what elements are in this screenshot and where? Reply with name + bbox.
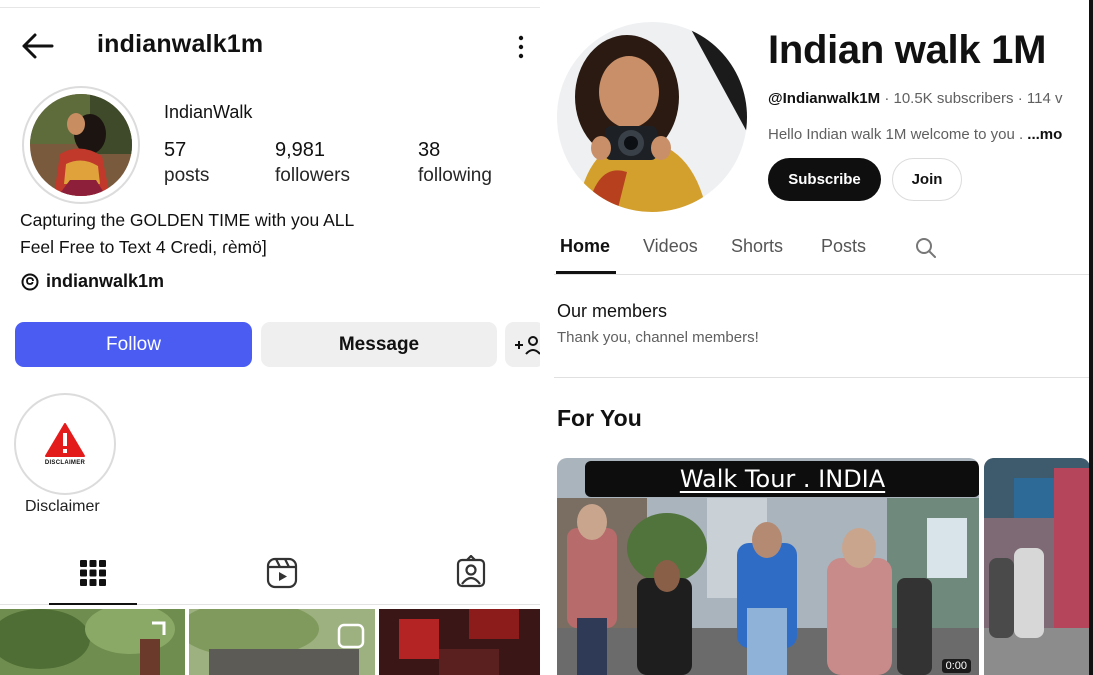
more-link[interactable]: ...mo — [1027, 126, 1062, 143]
banner-text: Walk Tour . INDIA — [679, 465, 886, 493]
threads-handle: indianwalk1m — [46, 271, 165, 291]
profile-avatar[interactable] — [22, 86, 140, 204]
stat-value: 38 — [418, 139, 441, 161]
stat-label: following — [418, 165, 492, 186]
grid-icon[interactable] — [75, 555, 111, 591]
add-user-button[interactable] — [505, 322, 540, 367]
profile-username: indianwalk1m — [97, 30, 264, 58]
profile-photo — [30, 94, 132, 196]
video-duration: 0:00 — [941, 659, 971, 673]
tab-shorts[interactable]: Shorts — [731, 236, 783, 257]
profile-bio: Capturing the GOLDEN TIME with you ALL F… — [20, 207, 354, 261]
display-name: IndianWalk — [164, 102, 253, 122]
more-vertical-icon[interactable] — [512, 32, 530, 62]
bio-line: Feel Free to Text 4 Credi, ɾèmö] — [20, 237, 267, 257]
tab-home[interactable]: Home — [560, 236, 610, 257]
threads-icon — [21, 273, 39, 290]
join-button[interactable]: Join — [892, 158, 962, 201]
stat-value: 57 — [164, 139, 187, 161]
channel-name: Indian walk 1M — [768, 28, 1047, 72]
section-title: For You — [557, 405, 642, 431]
video-thumbnail[interactable] — [984, 458, 1090, 675]
tab-posts[interactable]: Posts — [821, 236, 866, 257]
youtube-channel-panel: Indian walk 1M @Indianwalk1M · 10.5K sub… — [540, 0, 1090, 675]
members-title: Our members — [557, 301, 668, 321]
add-user-icon — [515, 335, 540, 355]
highlight-badge-text: DISCLAIMER — [44, 460, 86, 466]
instagram-profile-panel: indianwalk1m IndianWalk 57 posts 9,981 f… — [0, 0, 540, 675]
stat-posts[interactable]: 57 posts — [164, 138, 209, 188]
post-thumbnail[interactable] — [0, 609, 185, 675]
stat-label: posts — [164, 165, 210, 186]
follow-button[interactable]: Follow — [15, 322, 252, 367]
warning-icon — [45, 423, 85, 457]
channel-stats: · 10.5K subscribers · 114 v — [880, 90, 1063, 107]
reels-icon[interactable] — [264, 555, 300, 591]
video-thumbnail[interactable]: Walk Tour . INDIA 0:00 — [557, 458, 979, 675]
highlight-disclaimer[interactable]: DISCLAIMER — [14, 393, 116, 495]
top-divider — [0, 7, 540, 8]
stat-value: 9,981 — [275, 139, 326, 161]
screenshot-frame: indianwalk1m IndianWalk 57 posts 9,981 f… — [0, 0, 1093, 675]
video-banner: Walk Tour . INDIA — [585, 461, 979, 497]
post-thumbnail[interactable] — [189, 609, 375, 675]
tab-videos[interactable]: Videos — [643, 236, 698, 257]
channel-meta: @Indianwalk1M · 10.5K subscribers · 114 … — [768, 90, 1062, 107]
channel-description[interactable]: Hello Indian walk 1M welcome to you . ..… — [768, 126, 1062, 143]
threads-link[interactable]: indianwalk1m — [20, 271, 164, 292]
subscribe-button[interactable]: Subscribe — [768, 158, 881, 201]
active-tab-indicator — [49, 603, 137, 605]
stat-label: followers — [275, 165, 350, 186]
section-divider — [554, 377, 1090, 378]
arrow-left-icon[interactable] — [20, 30, 56, 62]
highlight-cover: DISCLAIMER — [22, 401, 108, 487]
bio-line: Capturing the GOLDEN TIME with you ALL — [20, 210, 355, 230]
right-edge-border — [1089, 0, 1093, 675]
search-icon[interactable] — [914, 236, 938, 260]
tab-divider — [554, 274, 1090, 275]
channel-handle: @Indianwalk1M — [768, 90, 881, 107]
stat-following[interactable]: 38 following — [418, 138, 492, 188]
channel-avatar[interactable] — [557, 22, 747, 212]
message-button[interactable]: Message — [261, 322, 497, 367]
highlight-label: Disclaimer — [25, 498, 100, 515]
description-text: Hello Indian walk 1M welcome to you . — [768, 126, 1028, 143]
tagged-icon[interactable] — [453, 554, 489, 591]
stat-followers[interactable]: 9,981 followers — [275, 138, 350, 188]
members-subtitle: Thank you, channel members! — [557, 329, 759, 346]
post-thumbnail[interactable] — [379, 609, 540, 675]
